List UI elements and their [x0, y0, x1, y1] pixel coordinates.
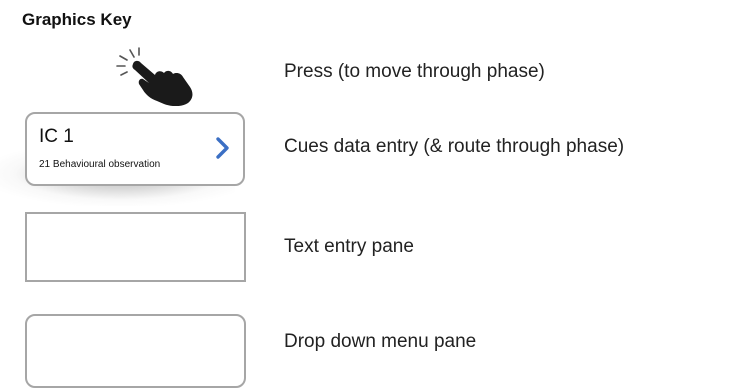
cue-data-entry-card[interactable]: IC 1 21 Behavioural observation — [25, 112, 245, 186]
cue-card-title: IC 1 — [39, 126, 74, 147]
cue-card-subtitle: 21 Behavioural observation — [39, 159, 161, 170]
pointing-hand-icon — [112, 44, 202, 107]
chevron-right-icon — [215, 136, 231, 160]
dropdown-label: Drop down menu pane — [284, 331, 477, 352]
text-entry-pane[interactable] — [25, 212, 246, 282]
press-label: Press (to move through phase) — [284, 61, 545, 82]
text-entry-label: Text entry pane — [284, 236, 414, 257]
graphics-key-title: Graphics Key — [22, 10, 132, 29]
cue-label: Cues data entry (& route through phase) — [284, 136, 625, 157]
dropdown-menu-pane[interactable] — [25, 314, 246, 388]
